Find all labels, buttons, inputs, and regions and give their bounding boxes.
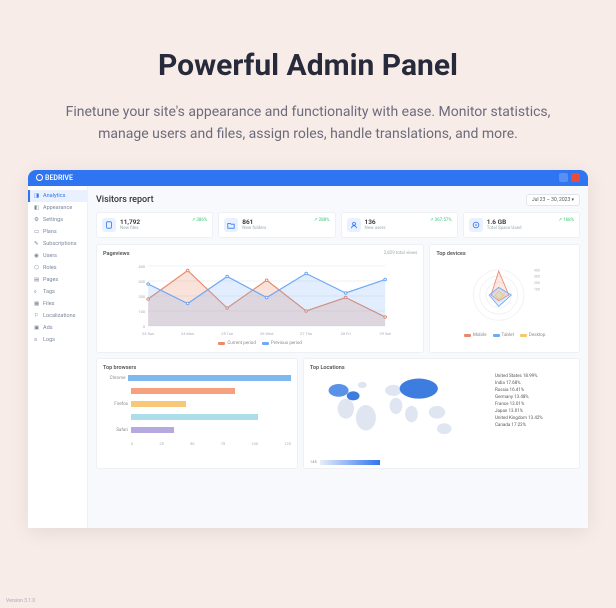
svg-text:0: 0: [143, 324, 146, 329]
location-item: France 13.01%: [495, 402, 573, 409]
nav-analytics[interactable]: ◨Analytics: [28, 190, 87, 202]
hero-title: Powerful Admin Panel: [50, 48, 566, 83]
svg-text:100: 100: [534, 287, 540, 291]
nav-logs[interactable]: ≡Logs: [28, 334, 87, 346]
svg-text:28 Fri: 28 Fri: [341, 331, 351, 336]
stat-new-folders: 861New folders↗ 288%: [218, 212, 335, 238]
tags-icon: ⬨: [34, 289, 40, 295]
notifications-icon[interactable]: [559, 173, 568, 182]
pages-icon: ▤: [34, 277, 40, 283]
svg-text:100: 100: [138, 309, 145, 314]
svg-text:400: 400: [534, 268, 540, 272]
svg-text:400: 400: [138, 264, 145, 269]
nav-tags[interactable]: ⬨Tags: [28, 286, 87, 298]
stat-total-space-used: 1.6 GBTotal Space Used↗ 168%: [463, 212, 580, 238]
localizations-icon: ⚐: [34, 313, 40, 319]
nav-plans[interactable]: ▭Plans: [28, 226, 87, 238]
pageviews-card: 2,829 total views Pageviews 010020030040…: [96, 244, 424, 353]
card-title: Pageviews: [103, 251, 417, 257]
card-title: Top devices: [436, 251, 573, 257]
main-content: Visitors report Jul 23 – 30, 2023 ▾ 11,7…: [88, 186, 588, 528]
nav-pages[interactable]: ▤Pages: [28, 274, 87, 286]
location-item: United States 18.99%: [495, 374, 573, 381]
topbar: BEDRIVE: [28, 170, 588, 186]
bar-row: Firefox: [103, 400, 291, 409]
appearance-icon: ◧: [34, 205, 40, 211]
svg-text:200: 200: [534, 281, 540, 285]
location-item: Germany 13.48%: [495, 395, 573, 402]
location-item: India 17.68%: [495, 381, 573, 388]
nav-localizations[interactable]: ⚐Localizations: [28, 310, 87, 322]
disk-icon: [469, 218, 483, 232]
files-icon: ▦: [34, 301, 40, 307]
settings-icon: ⚙: [34, 217, 40, 223]
logs-icon: ≡: [34, 337, 40, 343]
devices-card: Top devices 100 200 300 400 Mobile Tablet D…: [429, 244, 580, 353]
plans-icon: ▭: [34, 229, 40, 235]
svg-text:27 Thu: 27 Thu: [300, 331, 312, 336]
avatar[interactable]: [571, 173, 580, 182]
stats-row: 11,792New files↗ 386%861New folders↗ 288…: [96, 212, 580, 238]
subscriptions-icon: ✎: [34, 241, 40, 247]
pageviews-legend: Current period Previous period: [103, 341, 417, 346]
nav-roles[interactable]: ⬡Roles: [28, 262, 87, 274]
roles-icon: ⬡: [34, 265, 40, 271]
page-title: Visitors report: [96, 195, 154, 205]
svg-text:25 Tue: 25 Tue: [221, 331, 233, 336]
nav-appearance[interactable]: ◧Appearance: [28, 202, 87, 214]
logo-icon: [36, 174, 43, 181]
ads-icon: ▣: [34, 325, 40, 331]
svg-text:29 Sat: 29 Sat: [379, 331, 391, 336]
users-icon: ◉: [34, 253, 40, 259]
bar-row: [103, 413, 291, 422]
brand-logo[interactable]: BEDRIVE: [36, 174, 73, 182]
date-range-picker[interactable]: Jul 23 – 30, 2023 ▾: [526, 194, 580, 206]
svg-text:26 Wed: 26 Wed: [260, 331, 273, 336]
bar-row: Chrome: [103, 374, 291, 383]
sidebar: ◨Analytics◧Appearance⚙Settings▭Plans✎Sub…: [28, 186, 88, 528]
svg-text:300: 300: [534, 275, 540, 279]
folder-icon: [224, 218, 238, 232]
file-icon: [102, 218, 116, 232]
location-item: Russia 16.41%: [495, 388, 573, 395]
admin-panel-screenshot: BEDRIVE ◨Analytics◧Appearance⚙Settings▭P…: [28, 170, 588, 528]
hero-subtitle: Finetune your site's appearance and func…: [50, 101, 566, 146]
svg-text:200: 200: [138, 294, 145, 299]
location-item: Canada 17.22%: [495, 423, 573, 430]
stat-new-files: 11,792New files↗ 386%: [96, 212, 213, 238]
card-title: Top browsers: [103, 365, 291, 371]
user-icon: [347, 218, 361, 232]
analytics-icon: ◨: [34, 193, 40, 199]
nav-settings[interactable]: ⚙Settings: [28, 214, 87, 226]
location-item: United Kingdom 13.42%: [495, 416, 573, 423]
card-title: Top Locations: [310, 365, 573, 371]
bar-row: Safari: [103, 426, 291, 435]
stat-new-users: 136New users↗ 367.57%: [341, 212, 458, 238]
locations-card: Top Locations 145 United States 18.99%In…: [303, 358, 580, 469]
svg-text:300: 300: [138, 279, 145, 284]
devices-legend: Mobile Tablet Desktop: [436, 333, 573, 338]
bar-row: [103, 387, 291, 396]
nav-users[interactable]: ◉Users: [28, 250, 87, 262]
location-item: Japan 13.01%: [495, 409, 573, 416]
nav-files[interactable]: ▦Files: [28, 298, 87, 310]
nav-ads[interactable]: ▣Ads: [28, 322, 87, 334]
svg-text:23 Sun: 23 Sun: [142, 331, 154, 336]
nav-subscriptions[interactable]: ✎Subscriptions: [28, 238, 87, 250]
browsers-card: Top browsers ChromeFirefoxSafari02550751…: [96, 358, 298, 469]
locations-list: United States 18.99%India 17.68%Russia 1…: [495, 374, 573, 456]
svg-text:24 Mon: 24 Mon: [181, 331, 194, 336]
